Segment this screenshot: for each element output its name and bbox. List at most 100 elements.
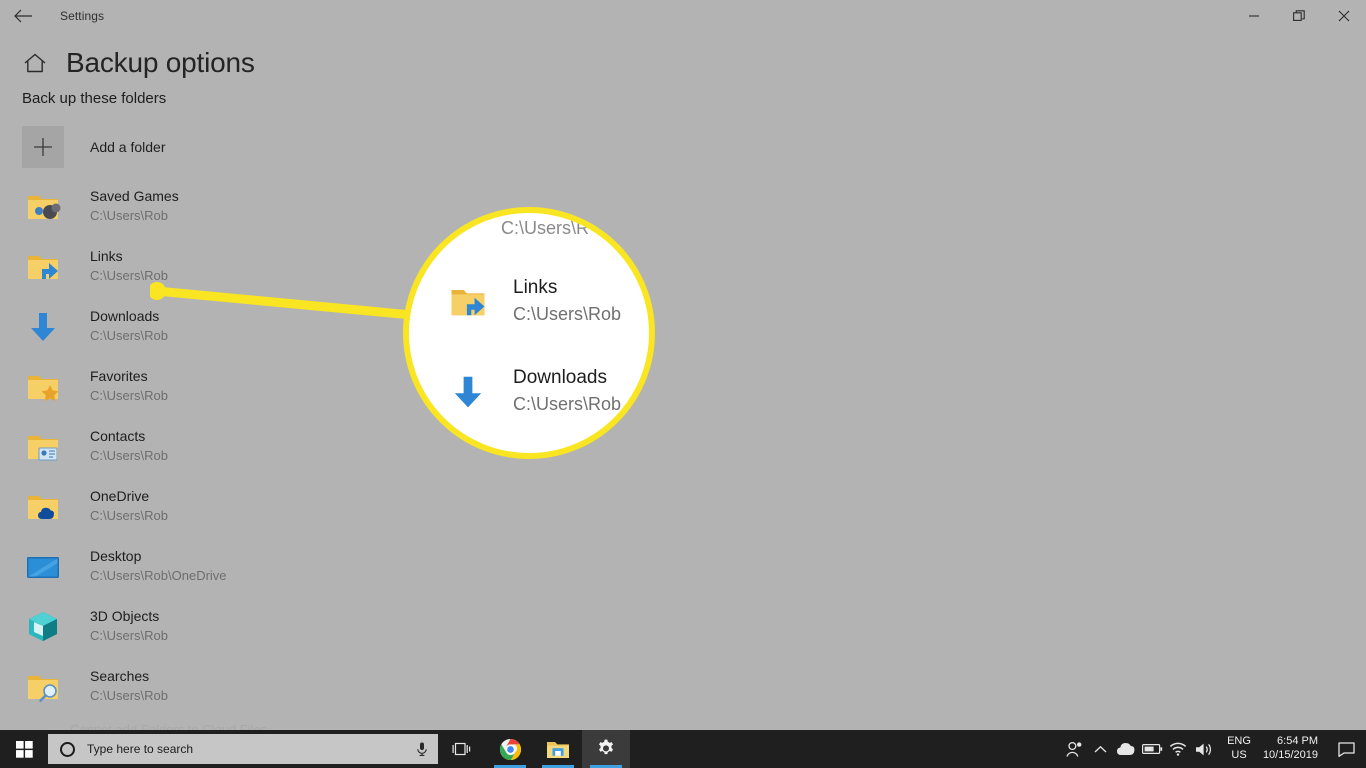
list-item-path: C:\Users\Rob	[90, 447, 169, 463]
list-item-path: C:\Users\Rob	[90, 207, 169, 223]
taskbar: Type here to search ENG US 6:54 PM 10/15…	[0, 730, 1366, 768]
chevron-up-icon[interactable]	[1087, 730, 1113, 768]
downloads-arrow-icon	[445, 368, 491, 414]
folder-list: Add a folder Saved Games C:\Users\Rob Li…	[0, 118, 430, 716]
restore-icon	[1292, 10, 1305, 21]
page-title: Backup options	[66, 47, 255, 78]
list-item[interactable]: Downloads C:\Users\Rob	[0, 296, 430, 356]
back-arrow-icon	[13, 9, 32, 23]
add-a-folder-button[interactable]: Add a folder	[0, 118, 430, 176]
onedrive-folder-icon	[22, 485, 64, 527]
list-item-text: Favorites C:\Users\Rob	[90, 366, 168, 405]
list-item-path: C:\Users\Rob\OneDrive	[90, 567, 227, 583]
list-item[interactable]: Desktop C:\Users\Rob\OneDrive	[0, 536, 430, 596]
add-folder-tile	[22, 126, 64, 168]
magnifier-item-text: Downloads C:\Users\Rob	[513, 365, 621, 417]
searches-folder-icon	[22, 665, 64, 707]
page-header: Backup options	[0, 48, 1366, 77]
magnifier-callout: C:\Users\R Links C:\Users\Rob Downloads …	[403, 207, 655, 459]
list-item-name: Saved Games	[90, 188, 179, 205]
start-button[interactable]	[0, 730, 48, 768]
windows-start-icon	[15, 740, 33, 758]
list-item-text: Searches C:\Users\Rob	[90, 666, 168, 705]
list-item[interactable]: Favorites C:\Users\Rob	[0, 356, 430, 416]
magnifier-content: C:\Users\R Links C:\Users\Rob Downloads …	[409, 213, 649, 453]
list-item-text: 3D Objects C:\Users\Rob	[90, 606, 168, 645]
search-circle-icon	[60, 741, 75, 757]
list-item-name: Desktop	[90, 548, 142, 565]
onedrive-cloud-icon[interactable]	[1113, 730, 1139, 768]
restore-button[interactable]	[1276, 0, 1321, 32]
list-item-name: Favorites	[90, 368, 148, 385]
magnifier-item-text: Links C:\Users\Rob	[513, 275, 621, 327]
list-item-text: Saved Games C:\Users\Rob	[90, 186, 179, 225]
action-center-button[interactable]	[1330, 730, 1362, 768]
app-title: Settings	[60, 9, 105, 23]
home-icon[interactable]	[22, 50, 48, 76]
gear-icon	[598, 739, 614, 755]
list-item[interactable]: Links C:\Users\Rob	[0, 236, 430, 296]
list-item-path: C:\Users\Rob	[90, 687, 169, 703]
magnifier-list-item: Downloads C:\Users\Rob	[445, 365, 621, 417]
list-item-path: C:\Users\Rob	[90, 387, 169, 403]
links-folder-icon	[445, 278, 491, 324]
language-line-1: ENG	[1227, 735, 1251, 748]
list-item-text: OneDrive C:\Users\Rob	[90, 486, 168, 525]
list-item-path: C:\Users\Rob	[90, 267, 169, 283]
clock[interactable]: 6:54 PM 10/15/2019	[1259, 735, 1330, 763]
minimize-icon	[1248, 15, 1259, 17]
taskbar-item-settings[interactable]	[582, 730, 630, 768]
desktop-monitor-icon	[22, 545, 64, 587]
list-item[interactable]: Contacts C:\Users\Rob	[0, 416, 430, 476]
chrome-icon	[499, 738, 521, 760]
list-item-path: C:\Users\Rob	[90, 507, 169, 523]
speaker-icon[interactable]	[1191, 730, 1217, 768]
list-item[interactable]: OneDrive C:\Users\Rob	[0, 476, 430, 536]
links-folder-icon	[22, 245, 64, 287]
plus-icon	[34, 138, 52, 156]
close-button[interactable]	[1321, 0, 1366, 32]
magnifier-list-item: Links C:\Users\Rob	[445, 275, 621, 327]
saved-games-folder-icon	[22, 185, 64, 227]
list-item-path: C:\Users\Rob	[90, 627, 169, 643]
taskbar-item-file-explorer[interactable]	[534, 730, 582, 768]
list-item-name: Contacts	[90, 428, 146, 445]
taskbar-item-google-chrome[interactable]	[486, 730, 534, 768]
clock-time: 6:54 PM	[1277, 735, 1318, 748]
magnifier-item-path: C:\Users\Rob	[513, 303, 622, 324]
clipped-list-row: Cannot add Folders to Cloud Files	[70, 722, 268, 730]
list-item-path: C:\Users\Rob	[90, 327, 169, 343]
list-item-text: Contacts C:\Users\Rob	[90, 426, 168, 465]
magnifier-item-path: C:\Users\Rob	[513, 393, 622, 414]
list-item-name: Searches	[90, 668, 150, 685]
list-item-name: Downloads	[90, 308, 160, 325]
action-center-icon	[1337, 741, 1355, 757]
clock-date: 10/15/2019	[1262, 749, 1318, 761]
add-folder-label: Add a folder	[90, 139, 166, 155]
settings-window: Settings Backup options Back up these fo…	[0, 0, 1366, 730]
list-item[interactable]: Saved Games C:\Users\Rob	[0, 176, 430, 236]
file-explorer-icon	[547, 741, 569, 758]
magnifier-item-name: Links	[513, 277, 558, 298]
microphone-icon[interactable]	[414, 741, 430, 757]
task-view-button[interactable]	[438, 730, 486, 768]
favorites-folder-icon	[22, 365, 64, 407]
list-item-text: Desktop C:\Users\Rob\OneDrive	[90, 546, 227, 585]
list-item[interactable]: 3D Objects C:\Users\Rob	[0, 596, 430, 656]
search-input[interactable]: Type here to search	[48, 734, 438, 764]
minimize-button[interactable]	[1231, 0, 1276, 32]
contacts-folder-icon	[22, 425, 64, 467]
list-item-name: Links	[90, 248, 123, 265]
close-icon	[1338, 10, 1349, 22]
language-line-2: US	[1231, 749, 1247, 761]
back-button[interactable]	[0, 0, 46, 32]
list-item[interactable]: Searches C:\Users\Rob	[0, 656, 430, 716]
list-item-name: OneDrive	[90, 488, 150, 505]
task-view-icon	[452, 742, 471, 756]
title-bar: Settings	[0, 0, 1366, 32]
wifi-icon[interactable]	[1165, 730, 1191, 768]
people-icon[interactable]	[1061, 730, 1087, 768]
language-indicator[interactable]: ENG US	[1217, 735, 1259, 763]
3d-objects-cube-icon	[22, 605, 64, 647]
battery-icon[interactable]	[1139, 730, 1165, 768]
